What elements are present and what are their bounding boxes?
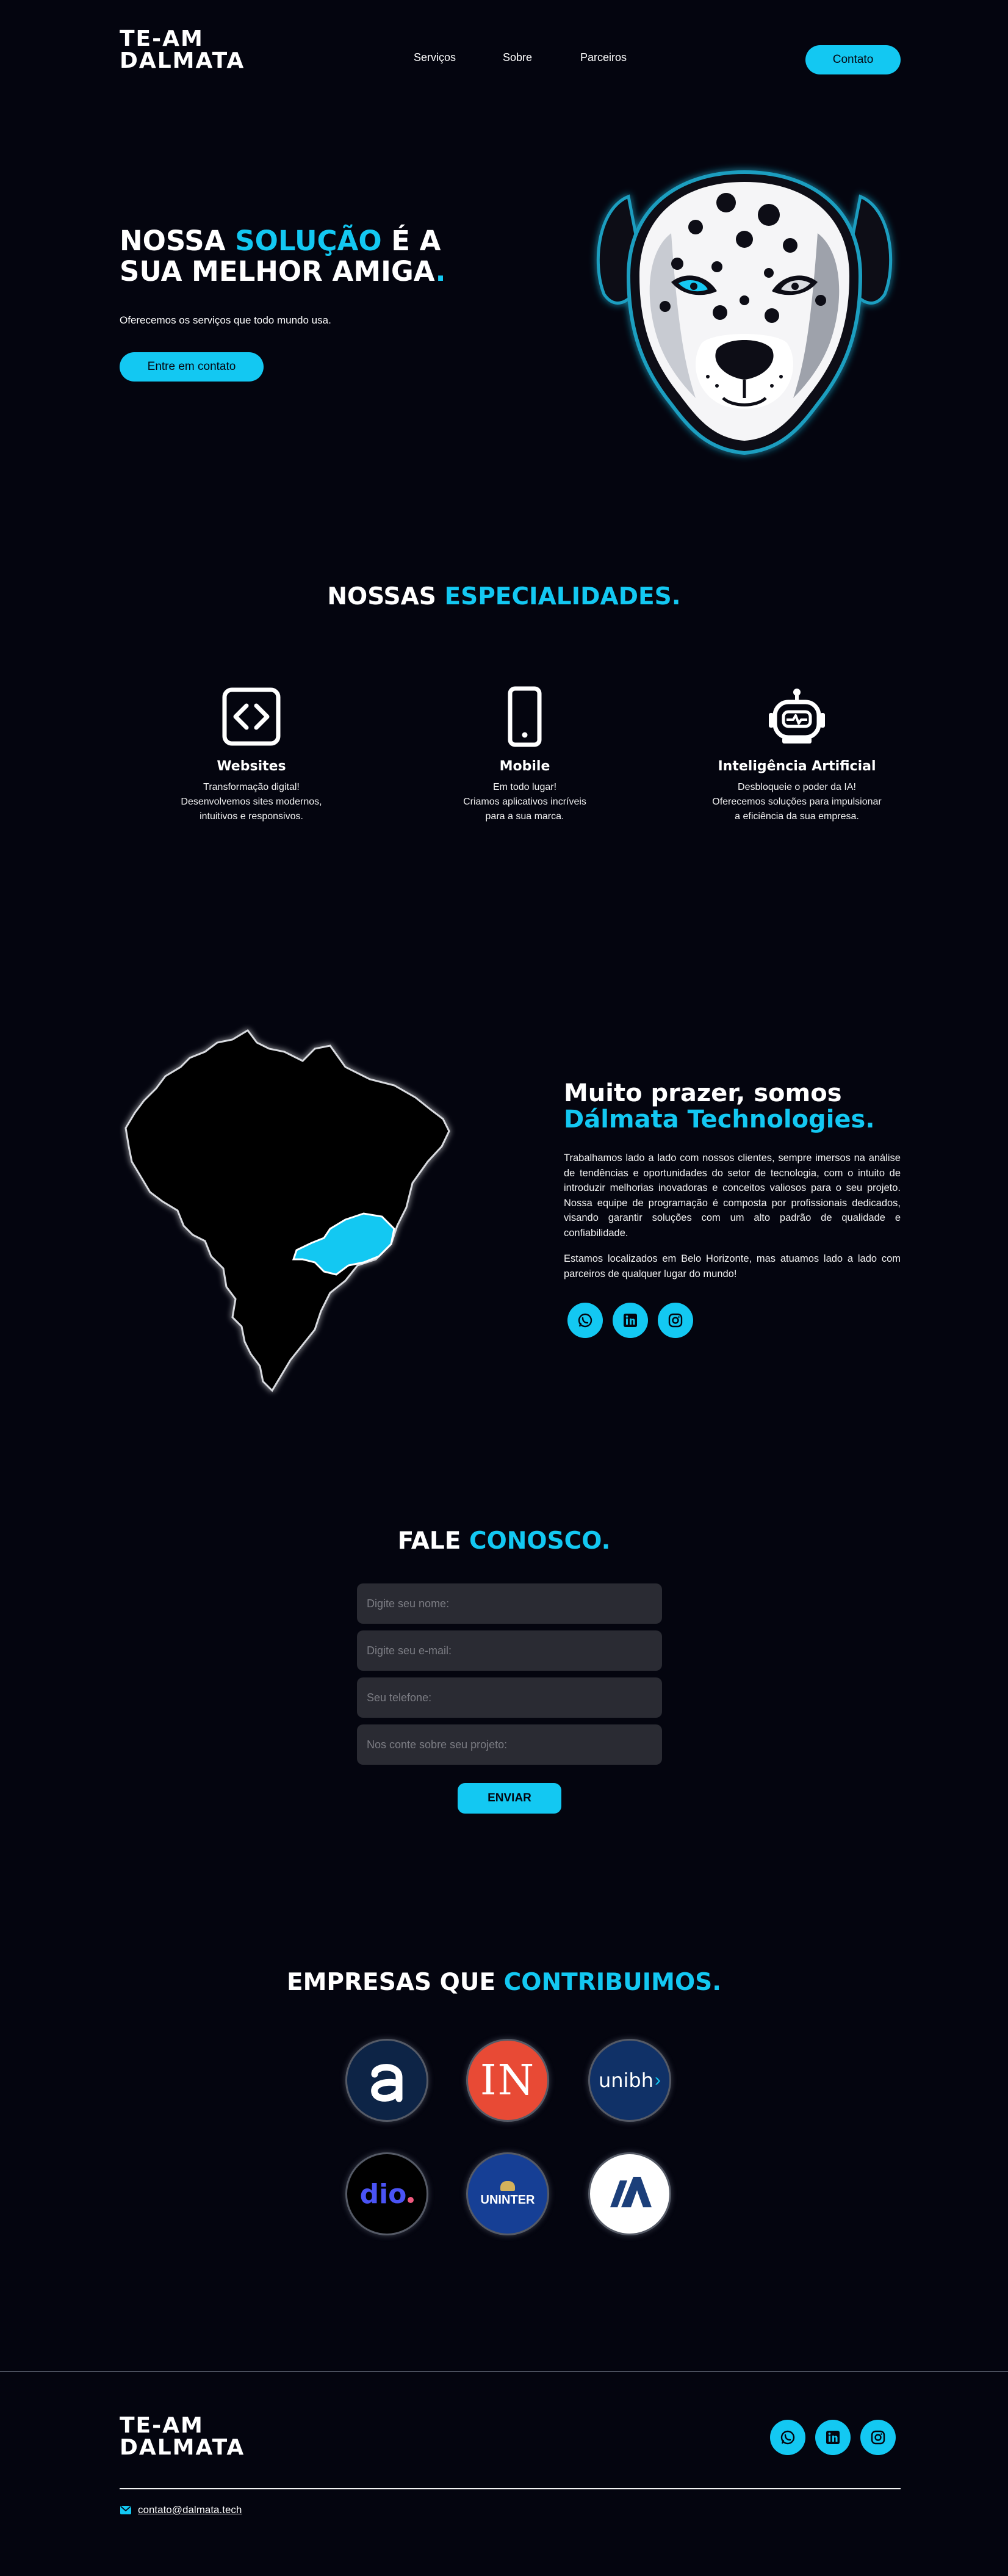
about-title: Muito prazer, somos Dálmata Technologies…: [564, 1080, 905, 1133]
specialty-ai-title: Inteligência Artificial: [718, 759, 876, 774]
name-input[interactable]: [357, 1583, 662, 1624]
whatsapp-icon: [578, 1313, 592, 1328]
about-whatsapp-button[interactable]: [567, 1303, 603, 1338]
partner-logo-uninter[interactable]: UNINTER: [466, 2152, 549, 2235]
instagram-icon: [871, 2430, 885, 2445]
logo-line-1: TE-AM: [120, 26, 204, 51]
partner-unibh-text: unibh: [598, 2069, 654, 2092]
partner-dio-text: dio: [359, 2178, 407, 2210]
partner-ia-icon: [610, 2177, 652, 2207]
uninter-emblem-icon: [500, 2180, 515, 2191]
footer-instagram-button[interactable]: [860, 2420, 896, 2455]
contact-button[interactable]: Contato: [805, 45, 901, 74]
specialties-title-accent: ESPECIALIDADES.: [444, 583, 681, 610]
project-input[interactable]: [357, 1724, 662, 1765]
specialty-mobile-title: Mobile: [499, 759, 550, 774]
specialty-ai-line2: Oferecemos soluções para impulsionar: [712, 797, 882, 807]
header-logo[interactable]: TE-AM DALMATA: [120, 26, 245, 77]
about-title-accent: Dálmata Technologies.: [564, 1105, 875, 1134]
partner-unibh-chevron-icon: ›: [655, 2070, 661, 2090]
footer-email-link[interactable]: contato@dalmata.tech: [138, 2504, 242, 2516]
robot-icon: [769, 689, 825, 743]
specialty-ai-line1: Desbloqueie o poder da IA!: [738, 782, 856, 792]
partners-title-accent: CONTRIBUIMOS.: [503, 1969, 722, 1996]
partner-logo-unibh[interactable]: unibh ›: [588, 2039, 671, 2122]
about-instagram-button[interactable]: [658, 1303, 693, 1338]
footer-whatsapp-button[interactable]: [770, 2420, 805, 2455]
specialty-mobile-line1: Em todo lugar!: [492, 782, 557, 792]
about-title-part1: Muito prazer, somos: [564, 1079, 842, 1107]
partner-logo-dio[interactable]: dio: [345, 2152, 428, 2235]
partner-logo-in[interactable]: IN: [466, 2039, 549, 2122]
footer-divider: [120, 2488, 901, 2489]
specialty-mobile: Mobile Em todo lugar! Criamos aplicativo…: [415, 686, 635, 824]
specialty-websites-line2: Desenvolvemos sites modernos,: [181, 797, 322, 807]
partner-in-text: IN: [480, 2056, 536, 2105]
specialty-mobile-line3: para a sua marca.: [485, 811, 564, 822]
hero-title: NOSSA SOLUÇÃO É A SUA MELHOR AMIGA.: [120, 226, 486, 287]
specialty-mobile-text: Em todo lugar! Criamos aplicativos incrí…: [415, 780, 635, 824]
specialty-websites-text: Transformação digital! Desenvolvemos sit…: [142, 780, 361, 824]
partner-logo-a[interactable]: [345, 2039, 428, 2122]
partner-logo-ia[interactable]: [588, 2152, 671, 2235]
hero-title-dot: .: [435, 255, 446, 288]
specialty-ai-text: Desbloqueie o poder da IA! Oferecemos so…: [687, 780, 907, 824]
specialty-websites-line1: Transformação digital!: [203, 782, 300, 792]
brazil-map-image: [124, 1029, 450, 1392]
nav-link-sobre[interactable]: Sobre: [503, 51, 532, 64]
hero-cta-button[interactable]: Entre em contato: [120, 352, 264, 382]
hero-subtitle: Oferecemos os serviços que todo mundo us…: [120, 314, 331, 326]
specialty-ai: Inteligência Artificial Desbloqueie o po…: [687, 686, 907, 824]
email-input[interactable]: [357, 1630, 662, 1671]
contact-title: FALE CONOSCO.: [0, 1527, 1008, 1555]
instagram-icon: [668, 1313, 683, 1328]
footer-logo-line-2: DALMATA: [120, 2435, 245, 2460]
linkedin-icon: [624, 1314, 637, 1327]
footer-top-divider: [0, 2371, 1008, 2372]
submit-button[interactable]: ENVIAR: [458, 1783, 561, 1814]
partner-dio-dot-icon: [408, 2197, 414, 2203]
logo-line-2: DALMATA: [120, 48, 245, 73]
smartphone-icon: [508, 686, 542, 747]
whatsapp-icon: [780, 2430, 795, 2445]
footer-linkedin-button[interactable]: [815, 2420, 851, 2455]
hero-title-accent: SOLUÇÃO: [235, 225, 382, 257]
partners-title: EMPRESAS QUE CONTRIBUIMOS.: [0, 1969, 1008, 1996]
partner-a-icon: [371, 2064, 403, 2102]
specialty-websites: Websites Transformação digital! Desenvol…: [142, 686, 361, 824]
footer-logo[interactable]: TE-AM DALMATA: [120, 2413, 245, 2464]
partner-uninter-text: UNINTER: [480, 2193, 535, 2207]
about-paragraph-1: Trabalhamos lado a lado com nossos clien…: [564, 1152, 901, 1239]
specialties-title-part1: NOSSAS: [327, 583, 445, 610]
contact-title-accent: CONOSCO.: [469, 1527, 611, 1555]
partners-title-part1: EMPRESAS QUE: [286, 1969, 504, 1996]
code-icon: [222, 687, 281, 746]
specialty-ai-line3: a eficiência da sua empresa.: [735, 811, 859, 822]
mail-icon: [120, 2506, 131, 2514]
phone-input[interactable]: [357, 1677, 662, 1718]
nav-link-servicos[interactable]: Serviços: [414, 51, 456, 64]
linkedin-icon: [826, 2431, 840, 2444]
about-linkedin-button[interactable]: [613, 1303, 648, 1338]
nav-link-parceiros[interactable]: Parceiros: [580, 51, 627, 64]
dalmatian-mascot-image: [596, 170, 893, 455]
about-paragraph-2: Estamos localizados em Belo Horizonte, m…: [564, 1253, 901, 1279]
specialty-websites-title: Websites: [217, 759, 286, 774]
footer-logo-line-1: TE-AM: [120, 2413, 204, 2438]
specialty-mobile-line2: Criamos aplicativos incríveis: [463, 797, 586, 807]
specialty-websites-line3: intuitivos e responsivos.: [200, 811, 303, 822]
hero-title-part1: NOSSA: [120, 225, 236, 257]
contact-title-part1: FALE: [397, 1527, 469, 1555]
specialties-title: NOSSAS ESPECIALIDADES.: [0, 583, 1008, 610]
